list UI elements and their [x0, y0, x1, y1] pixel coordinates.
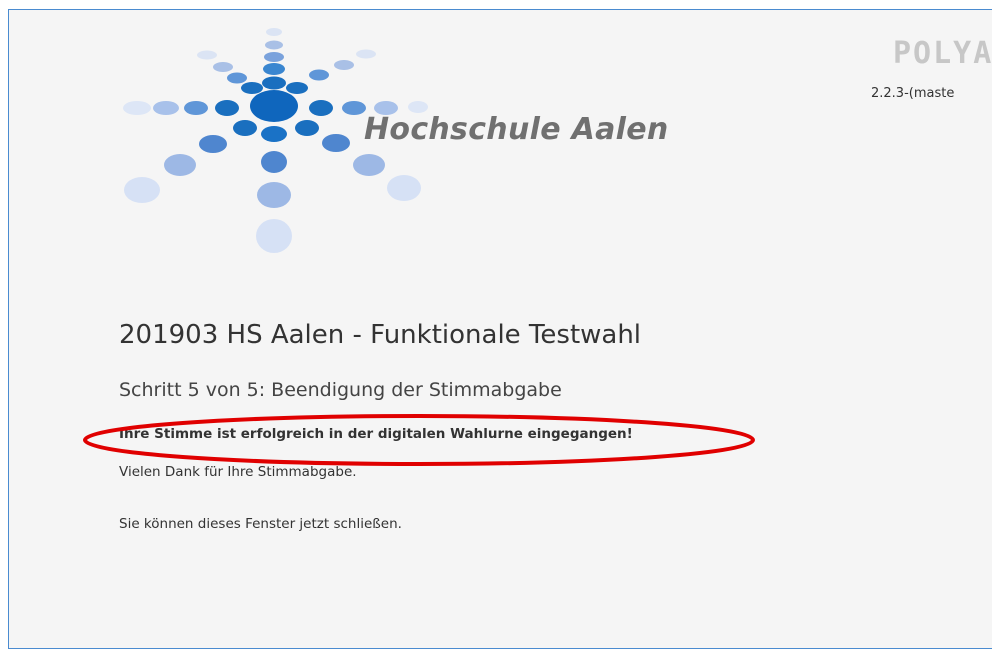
step-title: Schritt 5 von 5: Beendigung der Stimmabg…: [119, 379, 562, 401]
page-frame: Hochschule Aalen POLYA 2.2.3-(maste 2019…: [8, 9, 992, 649]
thanks-message: Vielen Dank für Ihre Stimmabgabe.: [119, 464, 357, 480]
close-window-note: Sie können dieses Fenster jetzt schließe…: [119, 516, 402, 532]
version-label: 2.2.3-(maste: [871, 86, 955, 101]
brand-name: Hochschule Aalen: [364, 112, 669, 147]
hochschule-logo: Hochschule Aalen: [114, 28, 714, 268]
confirmation-message: Ihre Stimme ist erfolgreich in der digit…: [119, 426, 633, 442]
election-title: 201903 HS Aalen - Funktionale Testwahl: [119, 320, 642, 350]
product-logo: POLYA: [893, 36, 992, 71]
starburst-logo-icon: [123, 28, 428, 253]
